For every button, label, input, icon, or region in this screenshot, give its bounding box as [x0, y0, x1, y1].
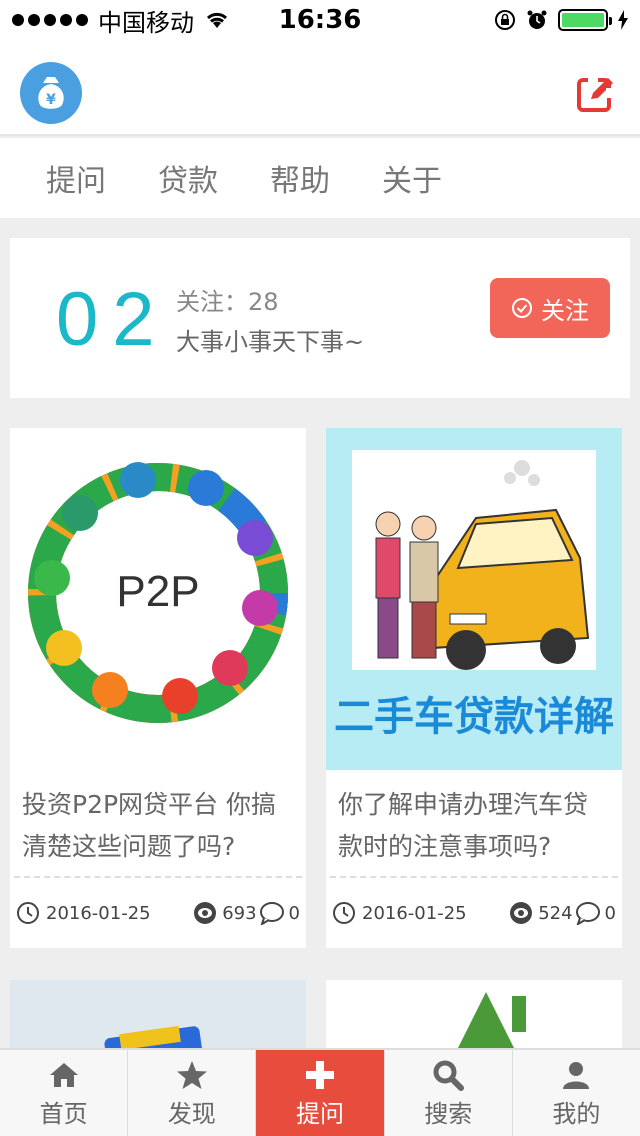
article-date: 2016-01-25 [362, 902, 467, 924]
article-card[interactable]: P2P 投资P2P网贷平台 你搞清楚这些问题了吗? 2016-01-25 693 [10, 428, 306, 948]
compose-edit-icon[interactable] [576, 74, 616, 114]
tab-label: 提问 [296, 1099, 344, 1128]
nav-tab-help[interactable]: 帮助 [270, 156, 330, 200]
nav-tab-about[interactable]: 关于 [382, 156, 442, 200]
check-circle-icon [512, 298, 532, 318]
p2p-image-text: P2P [116, 567, 199, 616]
carrier-name: 中国移动 [98, 8, 194, 37]
topic-card: 02 关注：28 大事小事天下事~ 关注 [10, 238, 630, 398]
article-meta: 2016-01-25 524 0 [326, 878, 622, 948]
article-thumbnail: P2P [10, 428, 306, 770]
clock-icon [17, 902, 39, 924]
comment-icon [259, 902, 284, 925]
article-meta: 2016-01-25 693 0 [10, 878, 306, 948]
signal-strength-icon [12, 14, 88, 26]
topic-number: 02 [56, 277, 169, 362]
article-title: 投资P2P网贷平台 你搞清楚这些问题了吗? [22, 790, 277, 861]
tab-label: 发现 [167, 1099, 216, 1128]
follow-button[interactable]: 关注 [490, 278, 610, 338]
charging-bolt-icon [618, 10, 628, 30]
tab-ask[interactable]: 提问 [256, 1050, 385, 1136]
clock-icon [333, 902, 355, 924]
article-title: 你了解申请办理汽车贷款时的注意事项吗? [338, 790, 589, 861]
tab-label: 首页 [39, 1099, 88, 1128]
topic-description: 大事小事天下事~ [176, 328, 365, 356]
search-icon [433, 1060, 465, 1091]
article-date: 2016-01-25 [46, 902, 151, 924]
page: 中国移动 16:36 ¥ 提问 贷款 帮助 关于 02 关注：28 大事小事天下… [0, 0, 640, 1136]
tab-label: 我的 [552, 1099, 601, 1128]
category-nav: 提问 贷款 帮助 关于 [0, 138, 640, 218]
battery-icon [558, 9, 612, 31]
tab-home[interactable]: 首页 [0, 1050, 129, 1136]
status-bar: 中国移动 16:36 [0, 0, 640, 40]
article-views: 693 [222, 902, 257, 924]
tab-label: 搜索 [424, 1099, 473, 1128]
tab-discover[interactable]: 发现 [128, 1050, 257, 1136]
orientation-lock-icon [495, 10, 515, 30]
eye-icon [194, 902, 217, 924]
user-icon [563, 1061, 590, 1089]
plus-icon [306, 1060, 334, 1089]
home-icon [49, 1062, 78, 1087]
wifi-icon [206, 12, 228, 28]
nav-tab-loan[interactable]: 贷款 [158, 156, 218, 200]
money-bag-logo-icon[interactable]: ¥ [20, 62, 82, 124]
topic-follow-count: 关注：28 [176, 288, 279, 316]
tab-search[interactable]: 搜索 [385, 1050, 513, 1136]
article-views: 524 [538, 902, 573, 924]
alarm-icon [527, 10, 547, 29]
article-card[interactable]: 二手车贷款详解 你了解申请办理汽车贷款时的注意事项吗? 2016-01-25 5… [326, 428, 622, 948]
eye-icon [510, 902, 533, 924]
comment-icon [575, 902, 600, 925]
car-loan-image-text: 二手车贷款详解 [334, 694, 614, 740]
nav-tab-question[interactable]: 提问 [46, 156, 106, 200]
follow-button-label: 关注 [541, 297, 589, 325]
star-icon [176, 1060, 207, 1089]
article-comments: 0 [604, 902, 616, 924]
tab-mine[interactable]: 我的 [513, 1050, 640, 1136]
article-comments: 0 [288, 902, 300, 924]
app-header: ¥ [0, 40, 640, 136]
bottom-tab-bar: 首页 发现 提问 搜索 我的 [0, 1048, 640, 1136]
svg-text:¥: ¥ [46, 92, 56, 108]
article-thumbnail: 二手车贷款详解 [326, 428, 622, 770]
